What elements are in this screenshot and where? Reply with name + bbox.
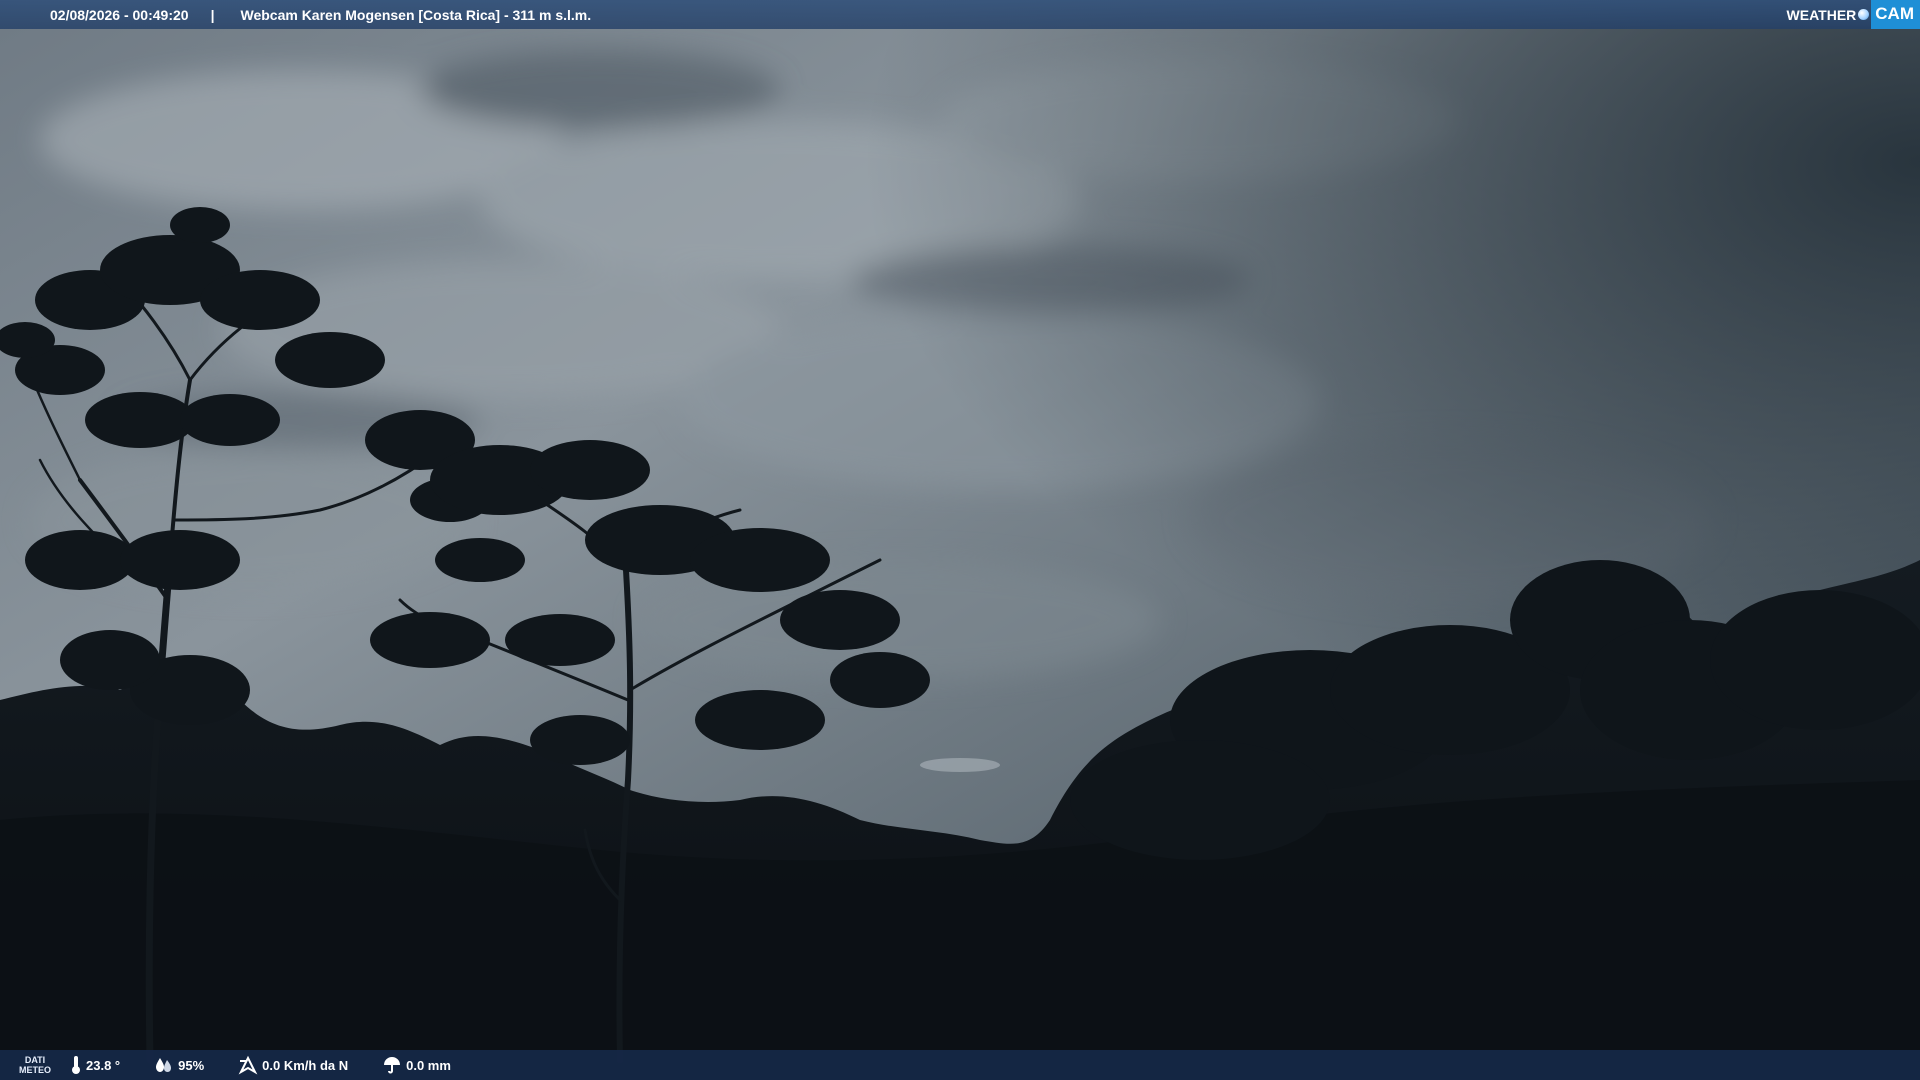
temperature-reading: 23.8 ° [70,1055,120,1075]
wind-value: 0.0 Km/h da N [262,1057,349,1073]
meteo-label-line1: DATI [24,1055,46,1065]
webcam-scene [0,0,1920,1080]
webcam-title: Webcam Karen Mogensen [Costa Rica] - 311… [240,6,592,23]
webcam-header-bar: 02/08/2026 - 00:49:20 | Webcam Karen Mog… [0,0,1920,29]
meteo-bar: DATI METEO 23.8 ° 95% 0.0 Km/h da N 0.0 … [0,1050,1920,1080]
logo-globe-icon [1858,9,1870,20]
header-separator: | [210,6,215,23]
wind-direction-icon [238,1055,258,1075]
weathercam-logo[interactable]: WEATHER CAM [1781,0,1920,29]
wind-reading: 0.0 Km/h da N [238,1055,348,1075]
timestamp: 02/08/2026 - 00:49:20 [50,6,189,23]
rain-value: 0.0 mm [406,1057,451,1073]
meteo-label: DATI METEO [0,1055,70,1075]
rain-reading: 0.0 mm [382,1055,451,1075]
logo-cam-text: CAM [1871,0,1920,29]
logo-weather-text: WEATHER [1786,6,1857,23]
thermometer-icon [72,1056,80,1074]
humidity-reading: 95% [154,1056,204,1074]
rain-umbrella-icon [384,1057,401,1074]
humidity-drop-icon [156,1058,172,1072]
temperature-value: 23.8 ° [86,1057,121,1073]
humidity-value: 95% [178,1057,205,1073]
meteo-label-line2: METEO [18,1065,51,1075]
